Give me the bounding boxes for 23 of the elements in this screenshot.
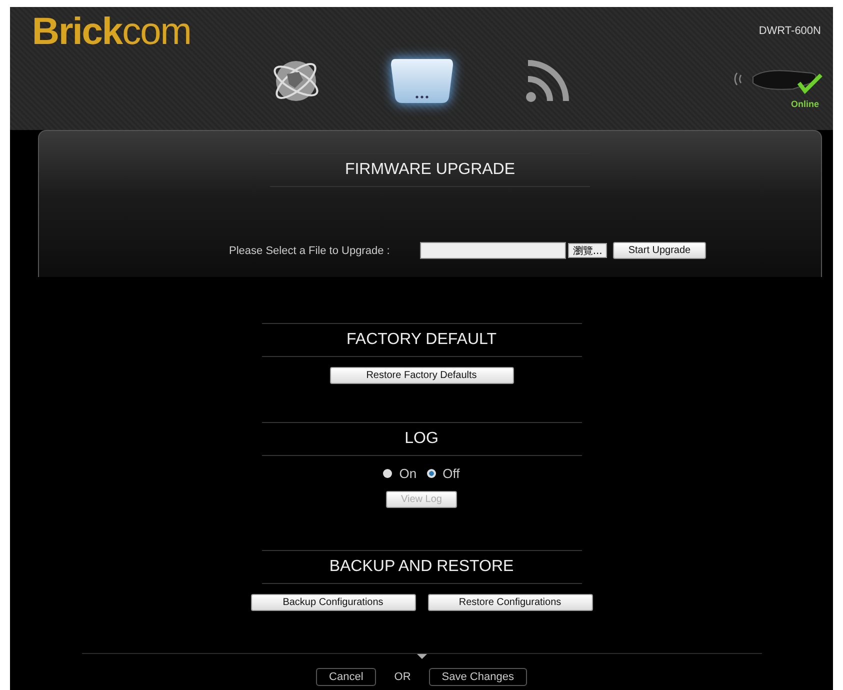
file-field[interactable] (420, 242, 566, 259)
section-title: FIRMWARE UPGRADE (270, 153, 590, 187)
logo: Brickcom (32, 11, 191, 54)
browse-button[interactable]: 瀏覽... (568, 243, 608, 258)
action-button[interactable]: Restore Factory Defaults (330, 367, 514, 384)
radio-option[interactable]: On (383, 466, 417, 481)
radio-icon[interactable] (383, 469, 392, 478)
section-title: LOG (262, 422, 582, 456)
status-text: Online (790, 99, 819, 109)
separator-text: OR (394, 671, 411, 683)
action-button[interactable]: Restore Configurations (428, 594, 592, 611)
router-icon (388, 57, 454, 105)
radio-option[interactable]: Off (426, 466, 460, 481)
start-upgrade-button[interactable]: Start Upgrade (613, 242, 706, 259)
file-label: Please Select a File to Upgrade : (229, 244, 390, 256)
radio-icon[interactable] (426, 469, 436, 478)
model-name: DWRT-600N (758, 25, 821, 37)
section-title: FACTORY DEFAULT (262, 323, 582, 357)
caret-icon (416, 654, 426, 659)
cancel-button[interactable]: Cancel (316, 668, 376, 686)
section-title: BACKUP AND RESTORE (262, 550, 582, 584)
action-button[interactable]: Backup Configurations (250, 594, 416, 611)
save-button[interactable]: Save Changes (428, 668, 527, 686)
